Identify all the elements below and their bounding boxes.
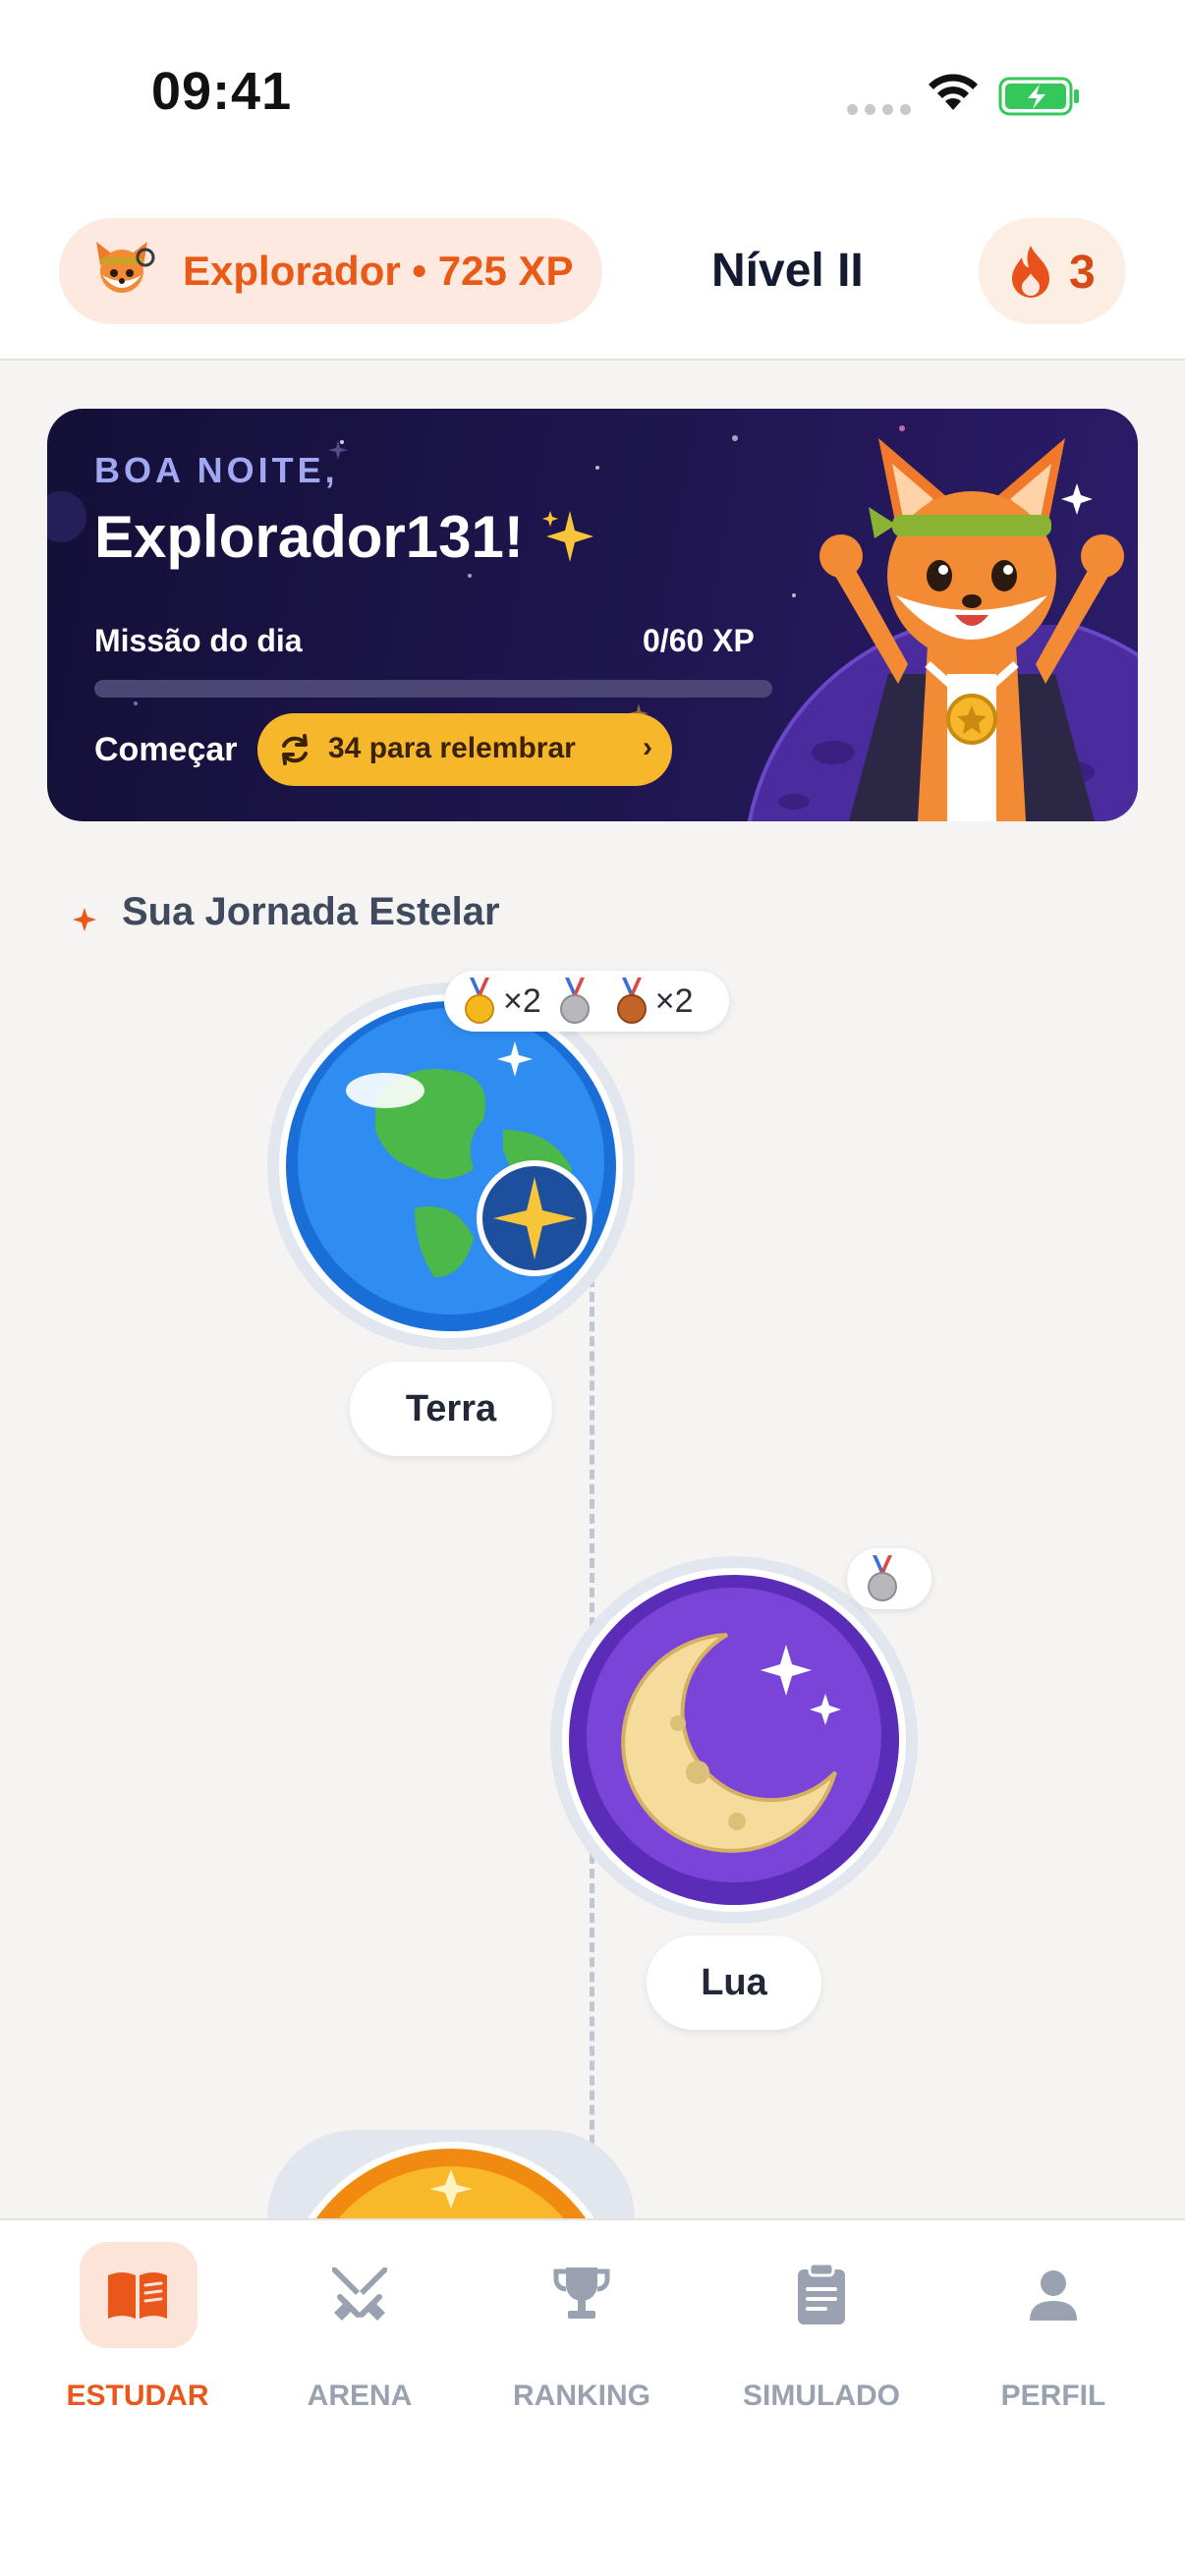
streak-count: 3: [1069, 247, 1096, 299]
xp-badge[interactable]: Explorador • 725 XP: [59, 218, 602, 324]
top-area: 09:41 Explorador • 725 XP Nível II 3: [0, 0, 1185, 361]
tab-label-ranking: RANKING: [513, 2380, 650, 2412]
review-label: 34 para relembrar: [328, 732, 576, 764]
gold-medal-icon: [465, 978, 494, 1024]
level-title: Nível II: [711, 245, 864, 297]
tab-label-estudar: ESTUDAR: [66, 2380, 209, 2412]
tab-label-arena: ARENA: [307, 2380, 413, 2412]
moon-medals: [847, 1548, 931, 1609]
username-text: Explorador131!: [94, 504, 524, 570]
earth-medals: ×2 ×2: [444, 971, 729, 1032]
journey-node-moon[interactable]: [550, 1556, 918, 1924]
silver-medal-icon: [559, 978, 590, 1024]
section-star-icon: [73, 908, 96, 931]
refresh-icon: [282, 734, 308, 765]
gold-medal-count: ×2: [503, 981, 541, 1020]
tab-perfil[interactable]: PERFIL: [955, 2242, 1152, 2438]
earth-icon: [279, 994, 623, 1338]
streak-badge[interactable]: 3: [979, 218, 1126, 324]
tab-estudar[interactable]: ESTUDAR: [39, 2242, 236, 2438]
tab-ranking[interactable]: RANKING: [483, 2242, 680, 2438]
journey-node-sun[interactable]: [267, 2130, 635, 2218]
fox-mascot-illustration: [819, 438, 1124, 821]
mission-label: Missão do dia: [94, 623, 303, 658]
journey-node-earth[interactable]: [267, 982, 635, 1350]
tab-arena[interactable]: ARENA: [261, 2242, 458, 2438]
journey-title: Sua Jornada Estelar: [122, 890, 500, 933]
xp-label: Explorador • 725 XP: [183, 248, 574, 294]
flame-icon: [1012, 246, 1049, 298]
book-icon: [108, 2272, 167, 2319]
greeting-banner: BOA NOITE, Explorador131! Missão do dia …: [47, 409, 1138, 821]
journey-label-moon[interactable]: Lua: [647, 1935, 821, 2030]
bronze-medal-count: ×2: [654, 981, 694, 1020]
bottom-navigation: ESTUDAR ARENA RANKING SIMULADO PERFIL: [0, 2218, 1185, 2576]
trophy-icon: [553, 2268, 610, 2319]
wifi-icon: [929, 74, 978, 110]
tab-label-simulado: SIMULADO: [743, 2380, 900, 2412]
greeting-text: BOA NOITE,: [94, 450, 339, 490]
chevron-right-icon: ›: [643, 731, 652, 763]
mission-xp: 0/60 XP: [643, 623, 755, 658]
tab-label-perfil: PERFIL: [1000, 2380, 1106, 2412]
status-time: 09:41: [151, 62, 293, 121]
sparkles-icon: [542, 511, 593, 562]
journey-label-earth[interactable]: Terra: [350, 1362, 552, 1456]
bronze-medal-icon: [616, 978, 647, 1024]
person-icon: [1030, 2270, 1077, 2321]
tab-simulado[interactable]: SIMULADO: [723, 2242, 920, 2438]
fox-avatar-icon: [96, 242, 155, 293]
cellular-signal-icon: [847, 104, 911, 115]
mission-progress-bar: [94, 680, 772, 698]
sun-icon: [308, 2142, 594, 2218]
swords-icon: [332, 2268, 387, 2321]
start-button[interactable]: Começar: [94, 731, 238, 769]
silver-medal-icon: [868, 1555, 897, 1601]
review-button[interactable]: 34 para relembrar ›: [257, 713, 672, 786]
clipboard-icon: [798, 2262, 845, 2324]
battery-charging-icon: [998, 77, 1079, 116]
moon-icon: [562, 1568, 906, 1912]
